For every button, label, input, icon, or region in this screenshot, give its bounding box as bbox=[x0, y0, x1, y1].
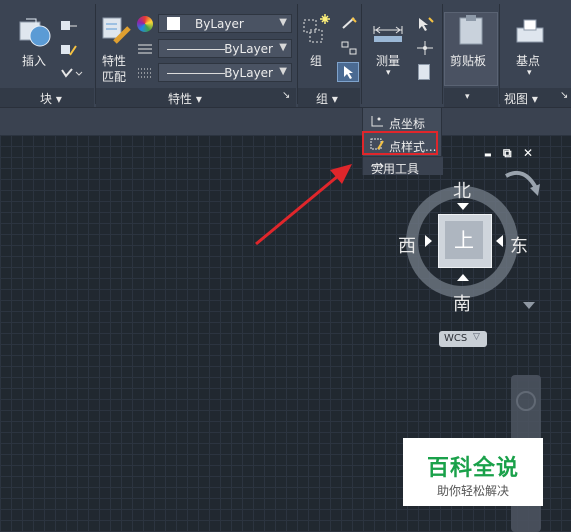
block-panel-bar[interactable]: 块 ▾ bbox=[0, 88, 94, 107]
group-button-label[interactable]: 组 bbox=[310, 52, 322, 69]
view-launcher-icon[interactable]: ↘ bbox=[560, 90, 568, 101]
south-arrow-icon[interactable] bbox=[457, 274, 469, 281]
ungroup-icon[interactable] bbox=[340, 16, 358, 32]
file-tab-strip bbox=[0, 107, 571, 135]
properties-panel-title[interactable]: 特性 ▾ bbox=[168, 90, 202, 107]
block-attributes-icon[interactable] bbox=[60, 66, 84, 80]
group-panel-bar[interactable]: 组 ▾ bbox=[298, 88, 360, 107]
clipboard-button-label[interactable]: 剪贴板 bbox=[450, 52, 486, 69]
point-coordinate-icon bbox=[370, 114, 384, 128]
match-properties-label-1[interactable]: 特性 bbox=[102, 52, 126, 69]
east-arrow-icon[interactable] bbox=[496, 235, 503, 247]
group-edit-icon[interactable] bbox=[340, 40, 358, 56]
lineweight-icon bbox=[137, 66, 153, 80]
south-label[interactable]: 南 bbox=[453, 290, 471, 316]
chevron-down-icon: ▼ bbox=[279, 66, 287, 77]
color-combo[interactable]: ByLayer ▼ bbox=[158, 14, 292, 33]
group-panel-title[interactable]: 组 ▾ bbox=[316, 90, 338, 107]
color-wheel-icon bbox=[137, 16, 153, 32]
north-arrow-icon[interactable] bbox=[457, 203, 469, 210]
properties-launcher-icon[interactable]: ↘ bbox=[282, 90, 290, 101]
west-label[interactable]: 西 bbox=[398, 232, 416, 258]
minimize-icon[interactable]: ▬ bbox=[484, 150, 492, 159]
chevron-down-icon: ▼ bbox=[279, 17, 287, 28]
lineweight-preview-line bbox=[167, 73, 225, 74]
chevron-down-icon: ▽ bbox=[473, 332, 480, 342]
block-panel-title[interactable]: 块 ▾ bbox=[40, 90, 62, 107]
group-selection-icon[interactable] bbox=[337, 62, 359, 82]
chevron-down-icon: ▼ bbox=[279, 42, 287, 53]
base-point-dropdown-arrow[interactable]: ▾ bbox=[527, 68, 532, 78]
east-label[interactable]: 东 bbox=[510, 232, 528, 258]
watermark-subtitle: 助你轻松解决 bbox=[436, 484, 509, 498]
lineweight-value: ByLayer bbox=[224, 66, 273, 80]
quick-select-icon[interactable] bbox=[416, 16, 434, 32]
group-icon[interactable] bbox=[302, 14, 332, 48]
linetype-combo[interactable]: ByLayer ▼ bbox=[158, 39, 292, 58]
steering-wheel-icon[interactable] bbox=[516, 391, 536, 411]
view-panel-title[interactable]: 视图 ▾ bbox=[504, 90, 538, 107]
color-swatch bbox=[167, 17, 180, 30]
separator bbox=[442, 4, 443, 104]
separator bbox=[361, 4, 362, 104]
restore-icon[interactable]: ⧉ bbox=[503, 146, 512, 161]
wcs-menu[interactable]: WCS ▽ bbox=[439, 331, 487, 347]
insert-block-icon[interactable] bbox=[18, 16, 52, 48]
watermark-title: 百科全说 bbox=[426, 456, 519, 481]
lineweight-combo[interactable]: ByLayer ▼ bbox=[158, 63, 292, 82]
viewcube-menu-icon[interactable] bbox=[523, 302, 535, 309]
close-icon[interactable]: ✕ bbox=[523, 146, 533, 160]
wcs-label: WCS bbox=[444, 333, 468, 344]
north-label[interactable]: 北 bbox=[453, 177, 471, 203]
linetype-value: ByLayer bbox=[224, 42, 273, 56]
viewcube-top-face[interactable]: 上 bbox=[445, 221, 483, 259]
create-block-icon[interactable] bbox=[60, 18, 78, 32]
linetype-icon bbox=[137, 42, 153, 56]
watermark: 百科全说 助你轻松解决 bbox=[403, 438, 543, 506]
linetype-preview-line bbox=[167, 49, 225, 50]
menu-item-label: 点坐标 bbox=[389, 117, 426, 131]
properties-panel-bar[interactable]: 特性 ▾ ↘ bbox=[96, 88, 296, 107]
base-point-icon[interactable] bbox=[515, 18, 545, 44]
calculator-icon[interactable] bbox=[418, 64, 430, 80]
menu-item-label: 实用工具 bbox=[371, 162, 420, 176]
clipboard-panel-bar[interactable]: ▾ bbox=[444, 88, 498, 107]
edit-block-icon[interactable] bbox=[60, 42, 78, 56]
menu-item-point-coordinate[interactable]: 点坐标 bbox=[363, 112, 443, 132]
menu-item-utilities[interactable]: 实用工具 bbox=[363, 156, 443, 176]
west-arrow-icon[interactable] bbox=[425, 235, 432, 247]
measure-button-label[interactable]: 测量 bbox=[376, 52, 400, 69]
highlight-box bbox=[362, 131, 438, 155]
match-properties-label-2[interactable]: 匹配 bbox=[102, 68, 126, 85]
id-point-icon[interactable] bbox=[416, 40, 434, 56]
viewcube[interactable]: 上 bbox=[438, 214, 492, 268]
rotate-arrow-icon[interactable] bbox=[500, 166, 542, 206]
paste-icon[interactable] bbox=[456, 14, 486, 46]
measure-dropdown-arrow[interactable]: ▾ bbox=[386, 68, 391, 78]
clipboard-dropdown-arrow[interactable]: ▾ bbox=[465, 92, 470, 102]
match-properties-icon[interactable] bbox=[101, 16, 131, 48]
color-value: ByLayer bbox=[195, 17, 244, 31]
ribbon: 插入 块 ▾ 特性 匹配 ByLayer ▼ ByLayer ▼ ByLayer… bbox=[0, 0, 571, 107]
measure-icon[interactable] bbox=[372, 16, 404, 46]
base-point-label[interactable]: 基点 bbox=[516, 52, 540, 69]
insert-button-label[interactable]: 插入 bbox=[22, 52, 46, 69]
view-panel-bar[interactable]: 视图 ▾ ↘ bbox=[500, 88, 571, 107]
